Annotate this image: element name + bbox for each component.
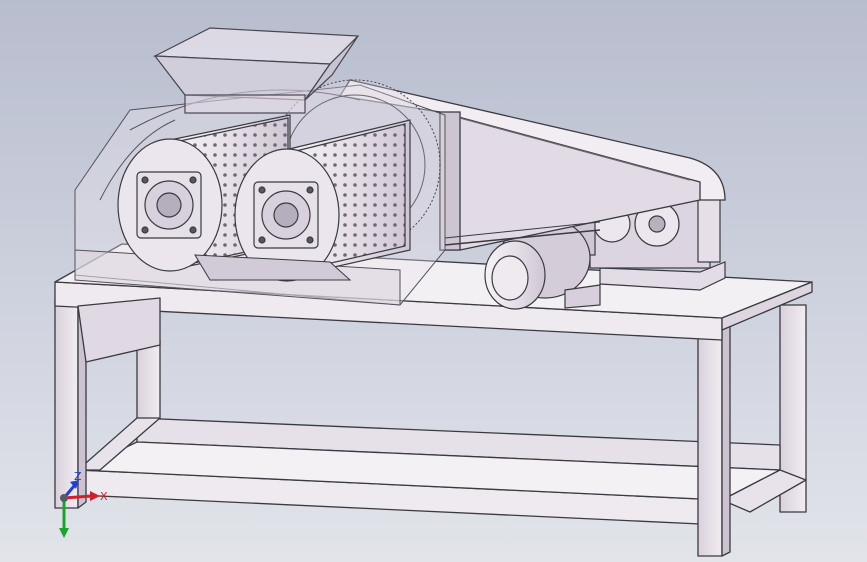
bolt-icon — [141, 226, 149, 234]
bolt-icon — [258, 236, 266, 244]
bolt-icon — [258, 186, 266, 194]
triad-z-label: Z — [74, 470, 82, 483]
crusher-model-3d[interactable] — [0, 0, 867, 562]
hopper-front — [153, 55, 332, 101]
triad-y-axis — [59, 498, 69, 538]
front-right-leg-side — [721, 325, 731, 557]
back-left-leg — [136, 339, 161, 426]
gearbox-flange — [697, 195, 721, 263]
motor-end-cap — [491, 255, 529, 301]
bolt-icon — [189, 226, 197, 234]
bearing-right-inner — [273, 202, 299, 228]
orientation-triad[interactable]: X Z — [52, 470, 112, 540]
bolt-icon — [141, 176, 149, 184]
front-right-leg — [697, 329, 723, 557]
bearing-left-inner — [156, 192, 182, 218]
bolt-icon — [189, 176, 197, 184]
graphics-viewport[interactable]: X Z — [0, 0, 867, 562]
bolt-icon — [306, 186, 314, 194]
gear-cover-right-hub — [648, 215, 666, 233]
triad-x-label: X — [100, 490, 108, 503]
hopper-throat — [184, 94, 306, 114]
triad-origin — [60, 494, 68, 502]
bolt-icon — [306, 236, 314, 244]
table-frame[interactable] — [54, 243, 813, 557]
